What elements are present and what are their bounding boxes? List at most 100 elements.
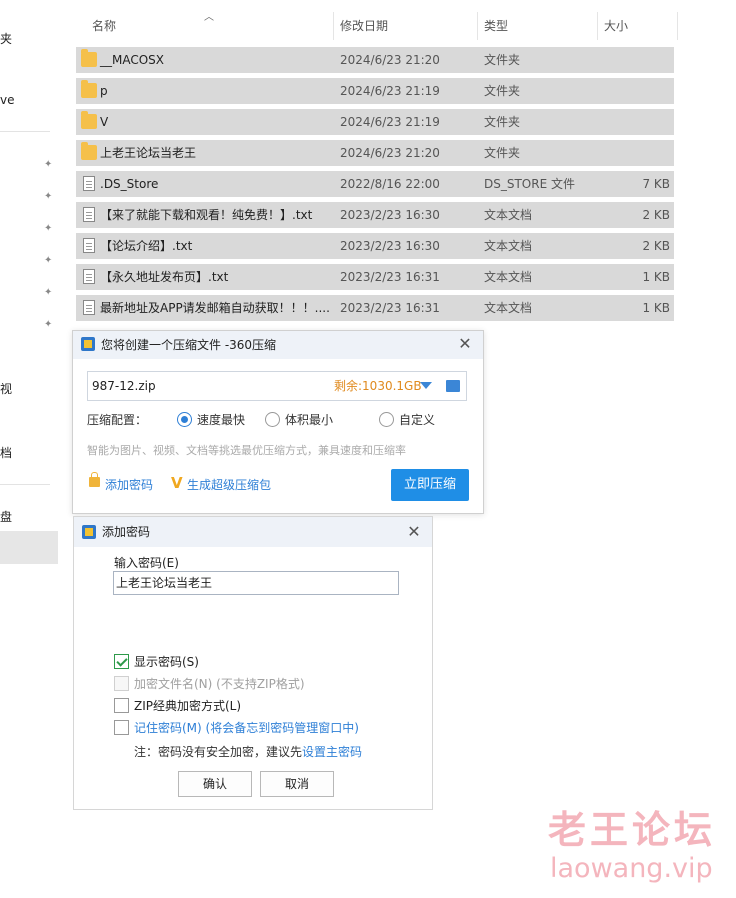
file-name: p <box>100 84 108 98</box>
encrypt-filenames-label: 加密文件名(N) (不支持ZIP格式) <box>134 677 305 691</box>
pin-icon: ✦ <box>44 223 53 234</box>
file-size: 2 KB <box>642 208 670 222</box>
zip-classic-encryption-label[interactable]: ZIP经典加密方式(L) <box>134 698 241 714</box>
nav-item-fragment[interactable]: 视 <box>0 380 12 397</box>
password-input[interactable]: 上老王论坛当老王 <box>113 571 399 595</box>
file-type: 文件夹 <box>484 53 521 67</box>
file-row[interactable]: 最新地址及APP请发邮箱自动获取！！！.... 2023/2/23 16:31 … <box>76 295 674 321</box>
password-input-label: 输入密码(E) <box>114 556 179 570</box>
ok-button[interactable]: 确认 <box>178 771 252 797</box>
super-archive-link[interactable]: 生成超级压缩包 <box>187 477 271 493</box>
show-password-checkbox[interactable] <box>114 654 129 669</box>
file-modified: 2024/6/23 21:20 <box>340 146 440 160</box>
text-file-icon <box>83 300 95 315</box>
column-header-type[interactable]: 类型 <box>478 12 598 40</box>
360zip-app-icon <box>81 337 95 351</box>
file-type: 文件夹 <box>484 146 521 160</box>
file-row[interactable]: 【来了就能下载和观看！纯免费！】.txt 2023/2/23 16:30 文本文… <box>76 202 674 228</box>
nav-item-fragment[interactable]: ve <box>0 93 14 107</box>
file-row[interactable]: 【论坛介绍】.txt 2023/2/23 16:30 文本文档 2 KB <box>76 233 674 259</box>
compress-dialog-title: 您将创建一个压缩文件 -360压缩 <box>101 338 277 352</box>
file-type: 文本文档 <box>484 270 533 284</box>
file-row[interactable]: 【永久地址发布页】.txt 2023/2/23 16:31 文本文档 1 KB <box>76 264 674 290</box>
file-modified: 2023/2/23 16:31 <box>340 301 440 315</box>
zip-classic-encryption-checkbox[interactable] <box>114 698 129 713</box>
file-icon <box>83 176 95 191</box>
password-dialog-title: 添加密码 <box>102 525 151 539</box>
archive-path-field[interactable]: 987-12.zip 剩余:1030.1GB <box>87 371 467 401</box>
radio-custom-label[interactable]: 自定义 <box>399 411 435 429</box>
file-row[interactable]: .DS_Store 2022/8/16 22:00 DS_STORE 文件 7 … <box>76 171 674 197</box>
nav-divider <box>0 131 50 132</box>
text-file-icon <box>83 269 95 284</box>
security-note-text: 注：密码没有安全加密，建议先 <box>134 745 303 759</box>
file-type: 文本文档 <box>484 208 533 222</box>
column-header-modified[interactable]: 修改日期 <box>334 12 478 40</box>
file-name: V <box>100 115 109 129</box>
browse-folder-icon[interactable] <box>446 380 460 392</box>
file-modified: 2024/6/23 21:19 <box>340 115 440 129</box>
column-header-size[interactable]: 大小 <box>598 12 678 40</box>
file-modified: 2022/8/16 22:00 <box>340 177 440 191</box>
file-row[interactable]: V 2024/6/23 21:19 文件夹 <box>76 109 674 135</box>
file-type: DS_STORE 文件 <box>484 177 575 191</box>
folder-icon <box>81 80 97 98</box>
cancel-button[interactable]: 取消 <box>260 771 334 797</box>
show-password-label[interactable]: 显示密码(S) <box>134 654 199 670</box>
remember-password-label[interactable]: 记住密码(M) (将会备忘到密码管理窗口中) <box>134 720 359 736</box>
file-type: 文本文档 <box>484 239 533 253</box>
nav-item-fragment[interactable]: 档 <box>0 444 12 461</box>
close-icon[interactable]: ✕ <box>457 335 473 353</box>
file-type: 文本文档 <box>484 301 533 315</box>
add-password-dialog: 添加密码 ✕ 输入密码(E) 上老王论坛当老王 显示密码(S) 加密文件名(N)… <box>73 516 433 810</box>
folder-icon <box>81 49 97 67</box>
radio-fastest[interactable] <box>177 412 192 427</box>
nav-item-selected[interactable] <box>0 531 58 564</box>
file-size: 1 KB <box>642 270 670 284</box>
file-size: 7 KB <box>642 177 670 191</box>
password-dialog-titlebar[interactable]: 添加密码 ✕ <box>74 517 432 547</box>
column-header-name[interactable]: 名称 <box>86 12 334 40</box>
remember-password-checkbox[interactable] <box>114 720 129 735</box>
file-type: 文件夹 <box>484 115 521 129</box>
compress-dialog: 您将创建一个压缩文件 -360压缩 ✕ 987-12.zip 剩余:1030.1… <box>72 330 484 514</box>
compress-now-button[interactable]: 立即压缩 <box>391 469 469 501</box>
file-modified: 2023/2/23 16:31 <box>340 270 440 284</box>
compress-dialog-titlebar[interactable]: 您将创建一个压缩文件 -360压缩 ✕ <box>73 331 483 359</box>
pin-icon: ✦ <box>44 191 53 202</box>
add-password-link[interactable]: 添加密码 <box>105 477 153 493</box>
nav-item-fragment[interactable]: 夹 <box>0 30 12 47</box>
v-badge-icon: V <box>171 474 183 492</box>
compress-config-label: 压缩配置： <box>87 413 148 427</box>
file-name: 最新地址及APP请发邮箱自动获取！！！.... <box>100 301 330 315</box>
file-row[interactable]: 上老王论坛当老王 2024/6/23 21:20 文件夹 <box>76 140 674 166</box>
security-note: 注：密码没有安全加密，建议先设置主密码 <box>134 744 362 760</box>
file-name: .DS_Store <box>100 177 159 191</box>
dropdown-arrow-icon[interactable] <box>420 382 432 389</box>
360zip-app-icon <box>82 525 96 539</box>
radio-smallest-label[interactable]: 体积最小 <box>285 411 333 429</box>
file-modified: 2023/2/23 16:30 <box>340 208 440 222</box>
text-file-icon <box>83 238 95 253</box>
file-row[interactable]: __MACOSX 2024/6/23 21:20 文件夹 <box>76 47 674 73</box>
encrypt-filenames-checkbox <box>114 676 129 691</box>
nav-item-fragment[interactable]: 盘 <box>0 508 12 525</box>
compress-hint: 智能为图片、视频、文档等挑选最优压缩方式，兼具速度和压缩率 <box>87 444 406 457</box>
file-list: ︿ 名称 修改日期 类型 大小 __MACOSX 2024/6/23 21:20… <box>60 0 736 330</box>
file-name: 【永久地址发布页】.txt <box>100 270 229 284</box>
pin-icon: ✦ <box>44 159 53 170</box>
watermark-cn-text: 老王论坛 <box>548 808 717 852</box>
archive-path-value[interactable]: 987-12.zip <box>92 372 156 400</box>
file-row[interactable]: p 2024/6/23 21:19 文件夹 <box>76 78 674 104</box>
file-size: 1 KB <box>642 301 670 315</box>
set-master-password-link[interactable]: 设置主密码 <box>302 745 362 759</box>
radio-smallest[interactable] <box>265 412 280 427</box>
file-modified: 2024/6/23 21:20 <box>340 53 440 67</box>
file-size: 2 KB <box>642 239 670 253</box>
close-icon[interactable]: ✕ <box>406 523 422 541</box>
radio-fastest-label[interactable]: 速度最快 <box>197 411 245 429</box>
file-modified: 2023/2/23 16:30 <box>340 239 440 253</box>
radio-custom[interactable] <box>379 412 394 427</box>
file-type: 文件夹 <box>484 84 521 98</box>
file-name: 【论坛介绍】.txt <box>100 239 193 253</box>
